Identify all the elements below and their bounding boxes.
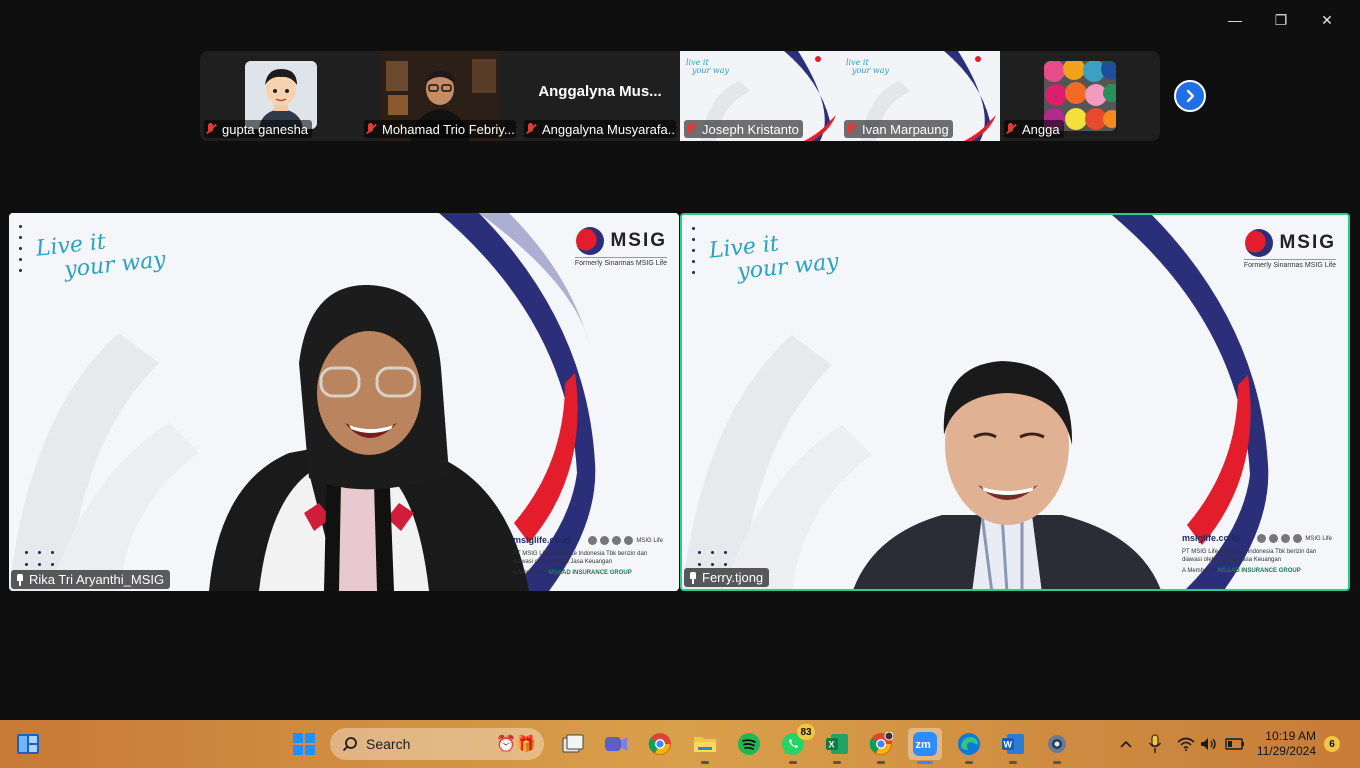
active-speaker-video[interactable]: Live it your way MSIG Formerly Sinarmas M… (680, 213, 1350, 591)
notification-badge[interactable]: 6 (1324, 736, 1340, 752)
svg-text:your way: your way (851, 66, 889, 75)
chevron-right-icon (1186, 89, 1195, 103)
msig-mark-icon (1245, 229, 1274, 257)
participant-tile[interactable]: Mohamad Trio Febriy... (360, 51, 520, 141)
minimize-button[interactable]: — (1212, 8, 1258, 32)
slide-footer: msiglife.co.id MSIG Life PT MSIG Life In… (1182, 533, 1332, 575)
avatar (245, 61, 317, 129)
zoom-icon[interactable]: zm (908, 728, 942, 764)
whatsapp-icon[interactable]: 83 (777, 724, 815, 764)
word-icon[interactable]: W (997, 728, 1029, 764)
participant-name: Mohamad Trio Febriy... (364, 120, 516, 138)
taskbar: Search ⏰🎁 83 X zm W 10:19 AM 11/29/2024 (0, 720, 1360, 768)
restore-button[interactable]: ❐ (1258, 8, 1304, 32)
edge-icon[interactable] (953, 728, 985, 764)
file-explorer-icon[interactable] (689, 728, 721, 764)
svg-text:W: W (1004, 740, 1013, 750)
participant-name: Angga (1004, 120, 1064, 138)
window-controls: — ❐ ✕ (1212, 8, 1350, 32)
widgets-icon[interactable] (12, 728, 44, 760)
next-page-button[interactable] (1174, 80, 1206, 112)
participant-strip: gupta ganesha Mohamad Trio Febriy... Ang… (200, 51, 1160, 141)
mic-muted-icon (524, 122, 538, 136)
chrome-icon[interactable] (644, 728, 676, 760)
microphone-icon[interactable] (1142, 728, 1168, 760)
msig-logo: MSIG Formerly Sinarmas MSIG Life (574, 227, 667, 267)
participant-tile[interactable]: live it your way Ivan Marpaung (840, 51, 1000, 141)
participant-name: Joseph Kristanto (684, 120, 803, 138)
start-icon[interactable] (288, 728, 320, 760)
svg-text:X: X (829, 740, 835, 750)
decorative-dots (19, 225, 23, 272)
search-icon (342, 737, 357, 752)
zoom-window: — ❐ ✕ gupta ganesha Mohamad Trio Febriy.… (0, 0, 1360, 720)
participant-name: Anggalyna Musyarafa... (524, 120, 676, 138)
participant-tile[interactable]: gupta ganesha (200, 51, 360, 141)
settings-icon[interactable] (1041, 728, 1073, 764)
chevron-up-icon[interactable] (1112, 728, 1140, 760)
speaker-name-label: Ferry.tjong (684, 568, 770, 587)
participant-name: gupta ganesha (204, 120, 313, 138)
pin-icon (688, 571, 698, 584)
taskbar-search[interactable]: Search ⏰🎁 (330, 728, 544, 760)
unread-badge: 83 (797, 724, 815, 740)
excel-icon[interactable]: X (821, 728, 853, 764)
participant-tile[interactable]: live it your way Joseph Kristanto (680, 51, 840, 141)
svg-text:your way: your way (691, 66, 729, 75)
participant-tile[interactable]: Anggalyna Mus... Anggalyna Musyarafa... (520, 51, 680, 141)
msig-mark-icon (576, 227, 605, 255)
chrome-profile-icon[interactable] (865, 728, 897, 764)
social-icons: MSIG Life (1257, 534, 1332, 543)
mic-muted-icon (364, 122, 378, 136)
mic-muted-icon (684, 122, 698, 136)
slide-footer: msiglife.co.id MSIG Life PT MSIG Life In… (513, 535, 663, 577)
pin-icon (15, 573, 25, 586)
task-view-icon[interactable] (557, 728, 589, 760)
mic-muted-icon (1004, 122, 1018, 136)
search-highlight-icon: ⏰🎁 (496, 736, 536, 753)
decorative-dots (692, 227, 696, 274)
battery-icon[interactable] (1222, 728, 1248, 760)
speaker-video[interactable]: Live it your way MSIG Formerly Sinarmas M… (9, 213, 679, 591)
participant-name: Ivan Marpaung (844, 120, 953, 138)
mic-muted-icon (204, 122, 218, 136)
msig-logo: MSIG Formerly Sinarmas MSIG Life (1243, 229, 1336, 269)
close-button[interactable]: ✕ (1304, 8, 1350, 32)
svg-text:zm: zm (916, 739, 932, 751)
decorative-dots (698, 551, 728, 566)
participant-tile[interactable]: Angga (1000, 51, 1160, 141)
social-icons: MSIG Life (588, 536, 663, 545)
decorative-dots (25, 551, 55, 566)
spotify-icon[interactable] (733, 728, 765, 760)
system-clock[interactable]: 10:19 AM 11/29/2024 (1252, 729, 1316, 759)
speaker-name-label: Rika Tri Aryanthi_MSIG (11, 570, 171, 589)
mic-muted-icon (844, 122, 858, 136)
volume-icon[interactable] (1196, 728, 1222, 760)
teams-chat-icon[interactable] (600, 728, 632, 760)
